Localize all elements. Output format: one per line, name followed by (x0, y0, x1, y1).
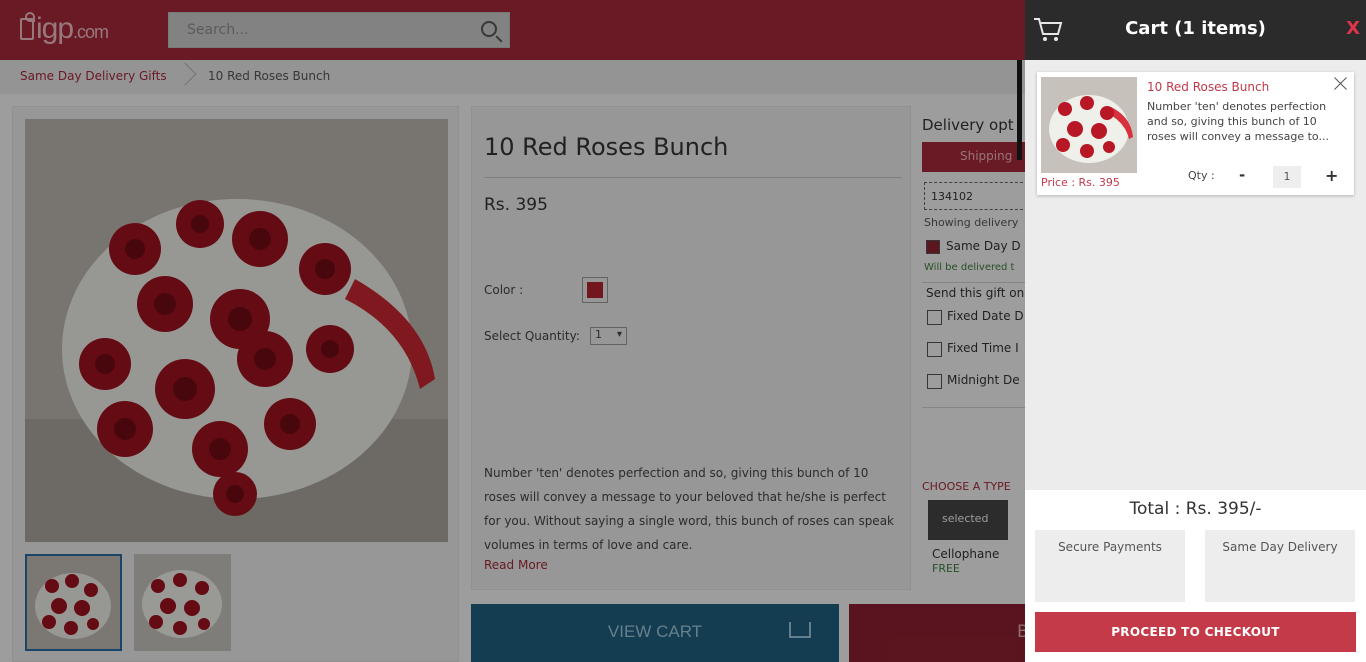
qty-value[interactable]: 1 (1273, 166, 1301, 188)
scrollbar[interactable] (1017, 60, 1022, 160)
proceed-to-checkout-button[interactable]: PROCEED TO CHECKOUT (1035, 612, 1356, 652)
close-icon[interactable]: X (1346, 18, 1360, 39)
modal-overlay[interactable] (0, 0, 1025, 662)
qty-label: Qty : (1188, 169, 1215, 182)
cart-item-price: Price : Rs. 395 (1041, 176, 1120, 189)
qty-decrement-button[interactable]: - (1239, 166, 1245, 184)
cart-total: Total : Rs. 395/- (1129, 499, 1262, 519)
secure-payments-badge: Secure Payments (1035, 530, 1185, 602)
cart-header: Cart (1 items) X (1025, 0, 1366, 60)
cart-title: Cart (1 items) (1125, 18, 1266, 39)
remove-item-icon[interactable] (1334, 76, 1348, 90)
cart-item-image[interactable] (1041, 77, 1137, 173)
qty-increment-button[interactable]: + (1325, 166, 1338, 185)
cart-item-name[interactable]: 10 Red Roses Bunch (1147, 80, 1269, 94)
cart-item: 10 Red Roses Bunch Number 'ten' denotes … (1037, 72, 1354, 195)
same-day-delivery-badge: Same Day Delivery (1205, 530, 1355, 602)
cart-drawer: Cart (1 items) X 10 Red Roses Bunch Numb… (1017, 0, 1366, 662)
cart-item-description: Number 'ten' denotes perfection and so, … (1147, 100, 1329, 143)
cart-footer: Total : Rs. 395/- Secure Payments Same D… (1025, 490, 1366, 662)
